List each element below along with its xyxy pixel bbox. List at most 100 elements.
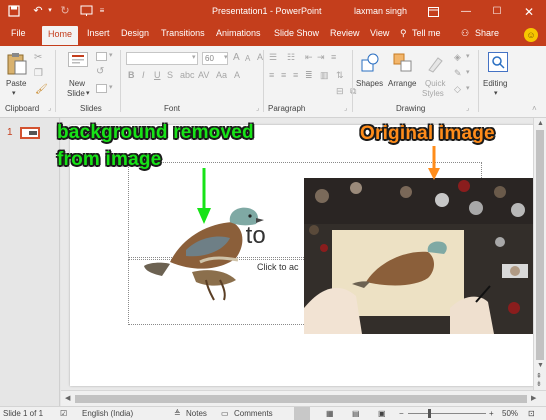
maximize-icon[interactable]: ☐ bbox=[484, 0, 510, 24]
columns-icon[interactable]: ▥ bbox=[320, 70, 329, 81]
horizontal-scrollbar[interactable]: ◀ ▶ bbox=[61, 390, 546, 406]
minimize-icon[interactable]: — bbox=[453, 0, 479, 24]
shape-effects-icon[interactable]: ◇ bbox=[454, 84, 461, 95]
user-name[interactable]: laxman singh bbox=[354, 6, 407, 16]
underline-icon[interactable]: U bbox=[154, 70, 161, 80]
shape-outline-dropdown-icon[interactable]: ▾ bbox=[466, 68, 470, 76]
italic-icon[interactable]: I bbox=[142, 70, 145, 80]
char-spacing-icon[interactable]: AV bbox=[198, 70, 209, 80]
scroll-up-icon[interactable]: ▲ bbox=[537, 120, 544, 127]
arrange-icon[interactable] bbox=[392, 52, 414, 74]
layout-icon[interactable] bbox=[96, 52, 107, 61]
zoom-out-icon[interactable]: − bbox=[399, 409, 404, 418]
editing-label[interactable]: Editing bbox=[483, 79, 507, 88]
layout-dropdown-icon[interactable]: ▾ bbox=[109, 51, 113, 59]
comments-button[interactable]: Comments bbox=[234, 409, 273, 418]
copy-icon[interactable]: ❐ bbox=[34, 68, 43, 79]
start-from-beginning-icon[interactable] bbox=[78, 3, 94, 19]
align-center-icon[interactable]: ≡ bbox=[281, 70, 286, 80]
scroll-left-icon[interactable]: ◀ bbox=[65, 394, 70, 402]
new-slide-label-2[interactable]: Slide bbox=[67, 89, 85, 98]
vertical-scrollbar[interactable]: ▲ ▼ ⇞ ⇟ bbox=[533, 118, 546, 390]
numbering-icon[interactable]: ☷ bbox=[287, 52, 295, 63]
redo-icon[interactable]: ↻ bbox=[57, 3, 73, 19]
scroll-down-icon[interactable]: ▼ bbox=[537, 362, 544, 369]
quick-styles-icon[interactable] bbox=[425, 52, 445, 74]
slide-show-icon[interactable]: ▣ bbox=[378, 409, 386, 418]
slide-sorter-icon[interactable]: ▦ bbox=[326, 409, 334, 418]
close-icon[interactable]: ✕ bbox=[516, 0, 542, 24]
zoom-in-icon[interactable]: + bbox=[489, 409, 494, 418]
share-button[interactable]: Share bbox=[475, 28, 499, 38]
increase-indent-icon[interactable]: ⇥ bbox=[317, 52, 325, 63]
tab-home[interactable]: Home bbox=[42, 26, 79, 45]
previous-slide-icon[interactable]: ⇞ bbox=[536, 372, 542, 380]
find-icon[interactable] bbox=[488, 52, 508, 72]
new-slide-icon[interactable] bbox=[68, 52, 88, 67]
justify-icon[interactable]: ≣ bbox=[305, 70, 313, 81]
tab-design[interactable]: Design bbox=[121, 28, 149, 38]
notes-button[interactable]: Notes bbox=[186, 409, 207, 418]
bold-icon[interactable]: B bbox=[128, 70, 135, 80]
font-color-icon[interactable]: A bbox=[234, 70, 240, 80]
zoom-slider-thumb[interactable] bbox=[428, 409, 431, 418]
shape-fill-dropdown-icon[interactable]: ▾ bbox=[466, 52, 470, 60]
tab-slide-show[interactable]: Slide Show bbox=[274, 28, 319, 38]
format-painter-icon[interactable]: 🖌 bbox=[35, 84, 48, 95]
tell-me-icon[interactable]: ⚲ bbox=[400, 28, 407, 39]
align-left-icon[interactable]: ≡ bbox=[269, 70, 274, 80]
comments-icon[interactable]: ▭ bbox=[221, 409, 229, 418]
section-dropdown-icon[interactable]: ▾ bbox=[109, 83, 113, 91]
collapse-ribbon-icon[interactable]: ˄ bbox=[532, 104, 537, 113]
font-name-dropdown-icon[interactable]: ▾ bbox=[192, 53, 196, 61]
tab-animations[interactable]: Animations bbox=[216, 28, 261, 38]
share-icon[interactable]: ⚇ bbox=[461, 28, 469, 39]
customize-qat-icon[interactable]: ≡ bbox=[94, 3, 110, 19]
tab-insert[interactable]: Insert bbox=[87, 28, 110, 38]
align-right-icon[interactable]: ≡ bbox=[293, 70, 298, 80]
scroll-right-icon[interactable]: ▶ bbox=[531, 394, 536, 402]
reset-icon[interactable]: ↺ bbox=[96, 66, 104, 77]
next-slide-icon[interactable]: ⇟ bbox=[536, 380, 542, 388]
save-icon[interactable] bbox=[6, 3, 22, 19]
align-text-icon[interactable]: ⊟ bbox=[336, 86, 344, 97]
normal-view-icon[interactable] bbox=[294, 407, 310, 420]
line-spacing-icon[interactable]: ≡ bbox=[331, 52, 336, 62]
shadow-icon[interactable]: S bbox=[167, 70, 173, 80]
shape-fill-icon[interactable]: ◈ bbox=[454, 52, 461, 63]
paste-label[interactable]: Paste bbox=[6, 79, 26, 88]
new-slide-dropdown-icon[interactable]: ▾ bbox=[86, 89, 90, 97]
new-slide-label-1[interactable]: New bbox=[69, 79, 85, 88]
notes-icon[interactable]: ≜ bbox=[174, 409, 181, 418]
spell-check-icon[interactable]: ☑ bbox=[60, 409, 67, 418]
zoom-slider[interactable] bbox=[408, 413, 486, 414]
bullets-icon[interactable]: ☰ bbox=[269, 52, 277, 63]
original-photo[interactable] bbox=[304, 178, 533, 334]
shapes-icon[interactable] bbox=[360, 52, 380, 74]
zoom-level[interactable]: 50% bbox=[502, 409, 518, 418]
font-name-combo[interactable] bbox=[126, 52, 198, 65]
tell-me-box[interactable]: Tell me bbox=[412, 28, 441, 38]
paste-icon[interactable] bbox=[6, 52, 28, 76]
undo-dropdown-icon[interactable]: ▾ bbox=[42, 3, 58, 19]
decrease-indent-icon[interactable]: ⇤ bbox=[305, 52, 313, 63]
arrange-label[interactable]: Arrange bbox=[388, 79, 416, 88]
increase-font-icon[interactable]: A bbox=[233, 52, 240, 63]
change-case-icon[interactable]: Aa bbox=[216, 70, 227, 80]
tab-view[interactable]: View bbox=[370, 28, 389, 38]
vertical-scroll-thumb[interactable] bbox=[536, 130, 544, 360]
tab-file[interactable]: File bbox=[11, 28, 26, 38]
cut-icon[interactable]: ✂ bbox=[34, 52, 42, 63]
quick-styles-label-2[interactable]: Styles bbox=[422, 89, 444, 98]
slide-thumbnail[interactable] bbox=[20, 127, 40, 139]
clipboard-launcher-icon[interactable]: ⌟ bbox=[48, 104, 51, 112]
editing-dropdown-icon[interactable]: ▾ bbox=[494, 89, 498, 97]
language-indicator[interactable]: English (India) bbox=[82, 409, 133, 418]
text-direction-icon[interactable]: ⇅ bbox=[336, 70, 344, 81]
paste-dropdown-icon[interactable]: ▾ bbox=[12, 89, 16, 97]
font-launcher-icon[interactable]: ⌟ bbox=[256, 104, 259, 112]
paragraph-launcher-icon[interactable]: ⌟ bbox=[344, 104, 347, 112]
quick-styles-label-1[interactable]: Quick bbox=[425, 79, 445, 88]
tab-review[interactable]: Review bbox=[330, 28, 360, 38]
reading-view-icon[interactable]: ▤ bbox=[352, 409, 360, 418]
